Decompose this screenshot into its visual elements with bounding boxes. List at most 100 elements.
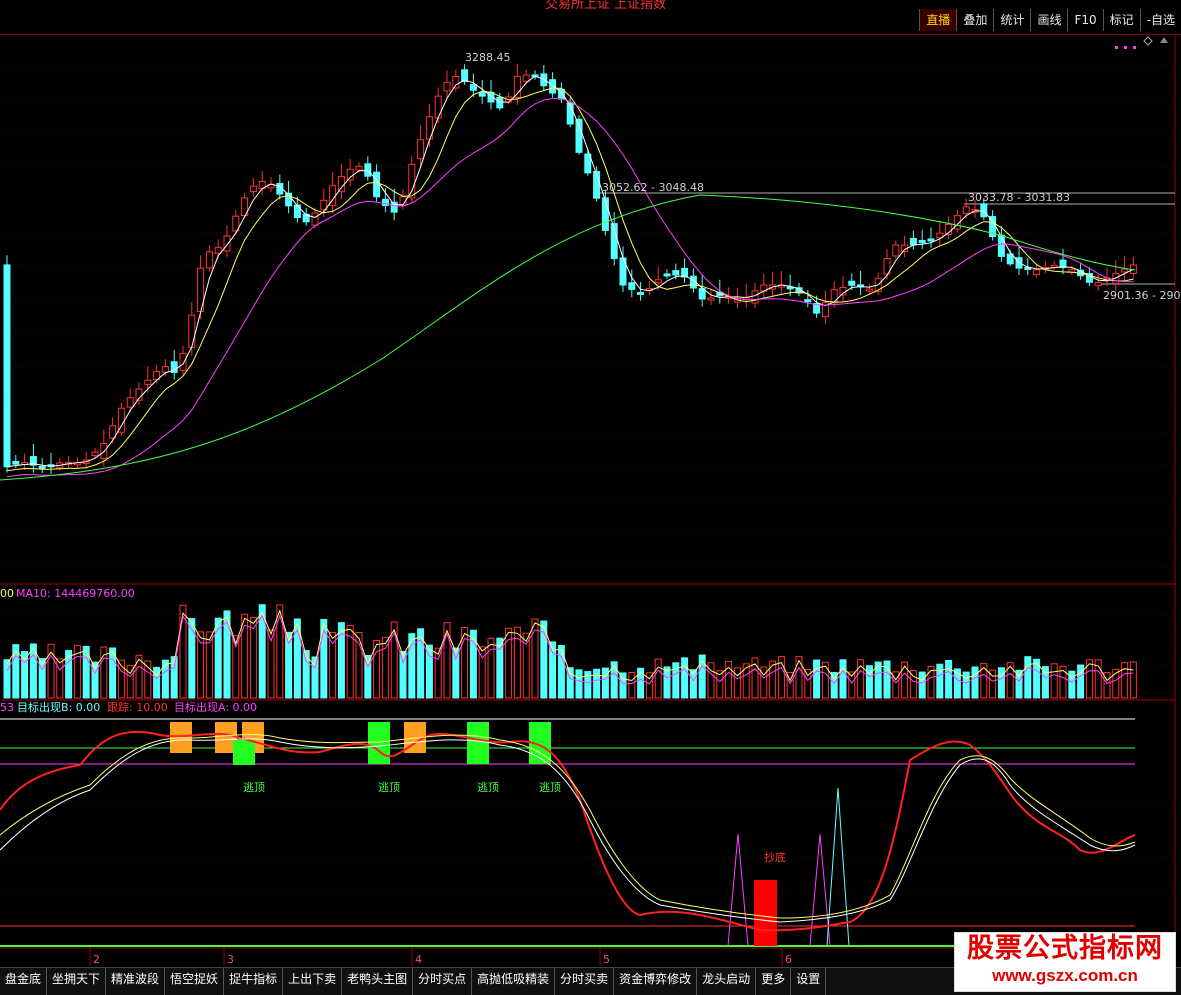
tab-f10[interactable]: F10 xyxy=(1067,9,1102,31)
candle-body xyxy=(355,165,363,171)
volume-bar xyxy=(1050,663,1058,699)
candle-body xyxy=(364,163,372,177)
candle-body xyxy=(601,197,609,231)
time-axis-tick: 5 xyxy=(603,953,610,966)
escape-top-label: 逃顶 xyxy=(477,781,499,794)
candle-body xyxy=(311,212,319,226)
volume-bar xyxy=(452,647,460,699)
candle-body xyxy=(654,279,662,284)
volume-bar xyxy=(575,669,583,699)
tab-draw-line[interactable]: 画线 xyxy=(1030,9,1067,31)
tab-long-tou-qi-dong[interactable]: 龙头启动 xyxy=(697,968,757,995)
volume-bar xyxy=(21,651,29,699)
candle-body xyxy=(417,139,425,160)
volume-bar xyxy=(205,631,213,699)
candle-body xyxy=(918,239,926,244)
candle-body xyxy=(496,96,504,109)
volume-bar xyxy=(839,659,847,699)
volume-bar xyxy=(1129,661,1137,699)
escape-top-label: 逃顶 xyxy=(378,781,400,794)
signal-block xyxy=(368,722,390,764)
volume-bar xyxy=(302,650,310,699)
candle-body xyxy=(892,244,900,257)
tab-wu-kong-zhuo-yao[interactable]: 悟空捉妖 xyxy=(165,968,225,995)
tab-fen-shi-mai-mai[interactable]: 分时买卖 xyxy=(555,968,615,995)
volume-bar xyxy=(654,658,662,699)
candle-body xyxy=(865,288,873,292)
candle-body xyxy=(434,95,442,119)
candle-body xyxy=(522,74,530,82)
volume-bar xyxy=(945,659,953,699)
tab-more[interactable]: 更多 xyxy=(756,968,792,995)
stock-chart[interactable]: 3288.45 3052.62 - 3048.48 3033.78 - 3031… xyxy=(0,0,1181,968)
watermark-logo: 股票公式指标网 www.gszx.com.cn xyxy=(954,932,1176,992)
time-axis-tick: 3 xyxy=(227,953,234,966)
indicator-label-track: 跟踪: 10.00 xyxy=(107,700,168,714)
volume-bar xyxy=(742,663,750,699)
candle-body xyxy=(3,264,11,468)
tab-jing-zhun-bo-duan[interactable]: 精准波段 xyxy=(106,968,166,995)
candle-body xyxy=(205,251,213,269)
volume-bar xyxy=(1041,666,1049,699)
tab-statistics[interactable]: 统计 xyxy=(993,9,1030,31)
indicator-prefix: 53 xyxy=(0,701,14,714)
candle-body xyxy=(100,442,108,459)
tab-mark[interactable]: 标记 xyxy=(1102,9,1140,31)
indicator-label-b: 目标出现B: 0.00 xyxy=(17,700,100,714)
volume-bar xyxy=(865,665,873,699)
volume-bar xyxy=(1006,661,1014,699)
tab-settings[interactable]: 设置 xyxy=(791,968,827,995)
tab-zhuo-niu-zhi-biao[interactable]: 捉牛指标 xyxy=(224,968,284,995)
signal-block xyxy=(467,722,489,764)
tab-shang-chu-xia-mai[interactable]: 上出下卖 xyxy=(283,968,343,995)
volume-bar xyxy=(733,667,741,699)
candle-body xyxy=(408,163,416,199)
tab-lao-ya-tou[interactable]: 老鸭头主图 xyxy=(342,968,414,995)
volume-bar xyxy=(971,666,979,699)
mid-price-label-right: 3033.78 - 3031.83 xyxy=(968,191,1070,204)
candle-body xyxy=(804,299,812,303)
candle-body xyxy=(293,204,301,219)
candle-body xyxy=(373,171,381,198)
high-price-label: 3288.45 xyxy=(465,51,511,64)
volume-bar xyxy=(663,666,671,699)
volume-prefix: 00 xyxy=(0,587,14,600)
volume-bar xyxy=(241,613,249,699)
candle-body xyxy=(452,75,460,89)
candle-body xyxy=(179,352,187,371)
volume-bar xyxy=(557,645,565,699)
window-title: 交易所上证 上证指数 xyxy=(545,0,667,12)
candle-body xyxy=(91,451,99,457)
volume-bar xyxy=(434,647,442,699)
candle-body xyxy=(751,290,759,304)
watermark-title: 股票公式指标网 xyxy=(967,933,1163,964)
tab-overlay[interactable]: 叠加 xyxy=(956,9,993,31)
volume-bar xyxy=(329,631,337,699)
mid-price-label-left: 3052.62 - 3048.48 xyxy=(602,181,704,194)
volume-bar xyxy=(619,672,627,699)
volume-bar xyxy=(56,658,64,699)
signal-block xyxy=(233,740,255,765)
volume-bar xyxy=(161,659,169,699)
volume-bar xyxy=(610,661,618,699)
candle-body xyxy=(1094,281,1102,287)
top-menu: 直播 叠加 统计 画线 F10 标记 -自选 xyxy=(919,9,1181,31)
candle-body xyxy=(126,397,134,408)
volume-bar xyxy=(3,659,11,699)
escape-top-label: 逃顶 xyxy=(539,781,561,794)
candle-body xyxy=(478,92,486,97)
volume-bar xyxy=(249,616,257,699)
tab-pan-jin-di[interactable]: 盘金底 xyxy=(0,968,48,995)
candle-body xyxy=(672,270,680,276)
candle-body xyxy=(549,79,557,94)
tab-gao-pao-di-xi[interactable]: 高抛低吸精装 xyxy=(472,968,556,995)
volume-bar xyxy=(821,661,829,699)
candle-body xyxy=(214,246,222,254)
tab-zuo-yong-tian-xia[interactable]: 坐拥天下 xyxy=(47,968,107,995)
volume-bar xyxy=(997,667,1005,699)
time-axis-tick: 2 xyxy=(93,953,100,966)
tab-fen-shi-mai-dian[interactable]: 分时买点 xyxy=(413,968,473,995)
tab-zi-jin-bo-yi[interactable]: 资金博弈修改 xyxy=(614,968,698,995)
tab-live[interactable]: 直播 xyxy=(919,9,957,31)
tab-watchlist[interactable]: -自选 xyxy=(1139,9,1181,31)
